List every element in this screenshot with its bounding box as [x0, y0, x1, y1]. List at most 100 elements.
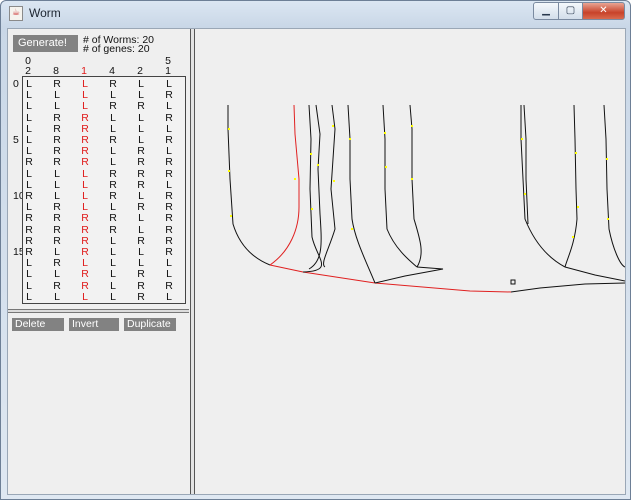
gene-cell[interactable]: R: [50, 202, 64, 213]
gene-cell[interactable]: L: [134, 135, 148, 146]
gene-cell[interactable]: R: [106, 168, 120, 179]
gene-cell[interactable]: L: [50, 191, 64, 202]
gene-cell[interactable]: R: [78, 236, 92, 247]
gene-cell[interactable]: R: [50, 280, 64, 291]
gene-cell[interactable]: L: [106, 236, 120, 247]
gene-cell[interactable]: R: [162, 191, 176, 202]
gene-cell[interactable]: R: [78, 112, 92, 123]
gene-cell[interactable]: R: [50, 157, 64, 168]
gene-cell[interactable]: R: [106, 101, 120, 112]
gene-cell[interactable]: R: [78, 124, 92, 135]
gene-cell[interactable]: L: [22, 292, 36, 303]
gene-cell[interactable]: R: [78, 269, 92, 280]
gene-cell[interactable]: L: [22, 90, 36, 101]
gene-cell[interactable]: L: [134, 112, 148, 123]
gene-cell[interactable]: L: [78, 258, 92, 269]
gene-cell[interactable]: R: [78, 280, 92, 291]
gene-cell[interactable]: L: [106, 124, 120, 135]
panel-splitter[interactable]: [8, 309, 189, 313]
gene-cell[interactable]: L: [106, 90, 120, 101]
gene-cell[interactable]: R: [106, 213, 120, 224]
gene-cell[interactable]: L: [162, 269, 176, 280]
gene-cell[interactable]: L: [50, 247, 64, 258]
gene-cell[interactable]: L: [22, 124, 36, 135]
gene-cell[interactable]: L: [22, 135, 36, 146]
gene-cell[interactable]: R: [78, 157, 92, 168]
gene-cell[interactable]: R: [50, 112, 64, 123]
gene-cell[interactable]: L: [78, 168, 92, 179]
gene-cell[interactable]: R: [78, 146, 92, 157]
gene-cell[interactable]: R: [50, 224, 64, 235]
gene-cell[interactable]: L: [50, 90, 64, 101]
gene-cell[interactable]: L: [162, 146, 176, 157]
gene-cell[interactable]: R: [134, 168, 148, 179]
gene-cell[interactable]: R: [106, 135, 120, 146]
gene-cell[interactable]: R: [162, 247, 176, 258]
gene-cell[interactable]: R: [50, 236, 64, 247]
gene-cell[interactable]: L: [134, 90, 148, 101]
gene-cell[interactable]: R: [78, 224, 92, 235]
gene-cell[interactable]: L: [106, 280, 120, 291]
gene-cell[interactable]: R: [162, 135, 176, 146]
gene-cell[interactable]: L: [78, 90, 92, 101]
gene-cell[interactable]: R: [162, 112, 176, 123]
gene-cell[interactable]: L: [106, 269, 120, 280]
gene-cell[interactable]: R: [134, 101, 148, 112]
gene-cell[interactable]: L: [134, 191, 148, 202]
gene-cell[interactable]: R: [162, 202, 176, 213]
duplicate-button[interactable]: Duplicate: [124, 318, 176, 331]
gene-cell[interactable]: R: [22, 236, 36, 247]
gene-cell[interactable]: R: [78, 247, 92, 258]
gene-cell[interactable]: R: [106, 191, 120, 202]
gene-cell[interactable]: L: [50, 269, 64, 280]
gene-cell[interactable]: L: [22, 101, 36, 112]
worm-tree-canvas[interactable]: [195, 29, 626, 494]
gene-cell[interactable]: L: [78, 180, 92, 191]
gene-cell[interactable]: R: [162, 213, 176, 224]
gene-cell[interactable]: L: [162, 101, 176, 112]
gene-cell[interactable]: R: [78, 213, 92, 224]
gene-cell[interactable]: L: [22, 269, 36, 280]
gene-cell[interactable]: L: [134, 258, 148, 269]
close-button[interactable]: ✕: [582, 2, 625, 20]
gene-cell[interactable]: R: [106, 224, 120, 235]
gene-cell[interactable]: R: [134, 292, 148, 303]
maximize-button[interactable]: ▢: [558, 2, 583, 20]
gene-cell[interactable]: R: [78, 135, 92, 146]
gene-cell[interactable]: R: [162, 157, 176, 168]
invert-button[interactable]: Invert: [69, 318, 119, 331]
gene-cell[interactable]: R: [50, 135, 64, 146]
gene-cell[interactable]: R: [134, 180, 148, 191]
gene-cell[interactable]: L: [50, 101, 64, 112]
gene-cell[interactable]: L: [162, 124, 176, 135]
gene-cell[interactable]: R: [22, 157, 36, 168]
gene-cell[interactable]: L: [22, 79, 36, 90]
gene-cell[interactable]: L: [78, 202, 92, 213]
gene-table[interactable]: LRLRLLLLLLLRLLLRRLLRRLLRLRRLLLLRRRLRLRRL…: [22, 76, 186, 304]
gene-cell[interactable]: L: [134, 213, 148, 224]
gene-cell[interactable]: L: [134, 79, 148, 90]
gene-cell[interactable]: R: [134, 269, 148, 280]
gene-cell[interactable]: L: [22, 180, 36, 191]
gene-cell[interactable]: L: [50, 292, 64, 303]
gene-cell[interactable]: R: [134, 202, 148, 213]
gene-cell[interactable]: R: [106, 79, 120, 90]
gene-cell[interactable]: R: [162, 280, 176, 291]
delete-button[interactable]: Delete: [12, 318, 64, 331]
gene-cell[interactable]: L: [22, 146, 36, 157]
gene-cell[interactable]: L: [106, 258, 120, 269]
gene-cell[interactable]: L: [162, 180, 176, 191]
gene-cell[interactable]: L: [78, 191, 92, 202]
gene-cell[interactable]: L: [50, 180, 64, 191]
gene-cell[interactable]: R: [50, 124, 64, 135]
gene-cell[interactable]: L: [22, 202, 36, 213]
generate-button[interactable]: Generate!: [13, 35, 78, 52]
gene-cell[interactable]: L: [106, 157, 120, 168]
gene-cell[interactable]: L: [78, 101, 92, 112]
gene-cell[interactable]: L: [78, 79, 92, 90]
gene-cell[interactable]: R: [22, 213, 36, 224]
gene-cell[interactable]: R: [134, 280, 148, 291]
gene-cell[interactable]: L: [106, 202, 120, 213]
gene-cell[interactable]: L: [78, 292, 92, 303]
gene-cell[interactable]: R: [134, 157, 148, 168]
